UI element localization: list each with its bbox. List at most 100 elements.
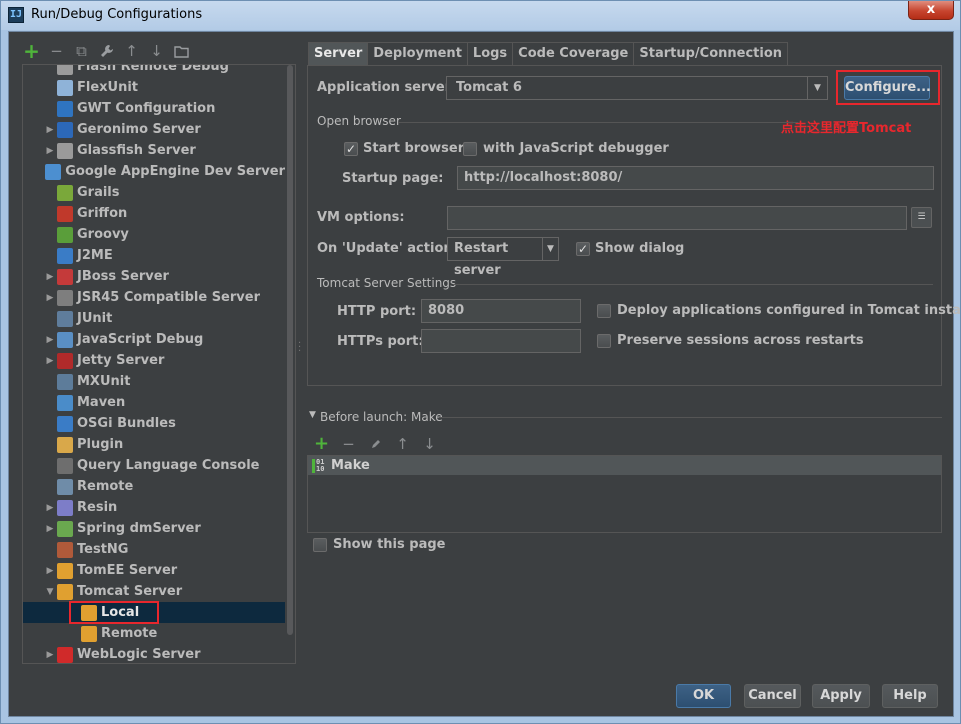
move-task-down-button[interactable]: ↓	[420, 434, 439, 453]
tab-logs[interactable]: Logs	[466, 42, 514, 65]
collapse-triangle-icon[interactable]: ▼	[309, 410, 316, 420]
tab-server[interactable]: Server	[308, 42, 369, 65]
tree-item-jetty-server[interactable]: ▶ Jetty Server	[23, 350, 285, 371]
move-task-up-button[interactable]: ↑	[393, 434, 412, 453]
on-update-select[interactable]: Restart server ▼	[447, 237, 559, 278]
plugin-icon	[57, 436, 73, 453]
tomcat-settings-separator	[453, 284, 933, 285]
tree-item-remote[interactable]: Remote	[23, 623, 285, 644]
create-folder-button[interactable]	[172, 42, 191, 61]
deploy-apps-checkbox[interactable]	[597, 304, 611, 318]
tree-item-glassfish-server[interactable]: ▶ Glassfish Server	[23, 140, 285, 161]
tree-item-jboss-server[interactable]: ▶ JBoss Server	[23, 266, 285, 287]
move-down-button[interactable]: ↓	[147, 42, 166, 61]
startup-page-input[interactable]: http://localhost:8080/	[457, 166, 934, 190]
tree-item-label: JBoss Server	[77, 269, 169, 284]
tree-item-testng[interactable]: TestNG	[23, 539, 285, 560]
expanded-arrow-icon[interactable]: ▼	[43, 587, 57, 597]
tree-item-mxunit[interactable]: MXUnit	[23, 371, 285, 392]
add-configuration-button[interactable]: +	[22, 39, 41, 63]
apply-button[interactable]: Apply	[812, 684, 870, 708]
http-port-input[interactable]: 8080	[421, 299, 581, 323]
tree-item-google-appengine-dev-server[interactable]: Google AppEngine Dev Server	[23, 161, 285, 182]
osgi-icon	[57, 415, 73, 432]
collapsed-arrow-icon[interactable]: ▶	[43, 272, 57, 282]
tree-item-gwt-configuration[interactable]: GWT Configuration	[23, 98, 285, 119]
tree-item-plugin[interactable]: Plugin	[23, 434, 285, 455]
list-item[interactable]: 01 10 Make	[308, 456, 941, 475]
tree-item-tomee-server[interactable]: ▶ TomEE Server	[23, 560, 285, 581]
show-dialog-checkbox[interactable]: ✓	[576, 242, 590, 256]
collapsed-arrow-icon[interactable]: ▶	[43, 356, 57, 366]
edit-task-button[interactable]	[366, 434, 385, 453]
js-debugger-checkbox[interactable]	[463, 142, 477, 156]
pencil-icon	[371, 439, 380, 448]
geronimo-icon	[57, 121, 73, 138]
tree-item-maven[interactable]: Maven	[23, 392, 285, 413]
remove-configuration-button[interactable]: −	[47, 42, 66, 61]
tree-item-junit[interactable]: JUnit	[23, 308, 285, 329]
ok-button[interactable]: OK	[676, 684, 731, 708]
tree-item-javascript-debug[interactable]: ▶ JavaScript Debug	[23, 329, 285, 350]
tree-item-geronimo-server[interactable]: ▶ Geronimo Server	[23, 119, 285, 140]
collapsed-arrow-icon[interactable]: ▶	[43, 125, 57, 135]
tree-item-flexunit[interactable]: FlexUnit	[23, 77, 285, 98]
tree-item-j2me[interactable]: J2ME	[23, 245, 285, 266]
add-task-button[interactable]: +	[312, 433, 331, 454]
tree-scrollbar[interactable]	[285, 65, 295, 663]
tree-item-query-language-console[interactable]: Query Language Console	[23, 455, 285, 476]
show-this-page-checkbox[interactable]	[313, 538, 327, 552]
start-browser-checkbox[interactable]: ✓	[344, 142, 358, 156]
tree-item-local[interactable]: Local	[23, 601, 285, 624]
before-launch-separator	[439, 417, 942, 418]
before-launch-list[interactable]: 01 10 Make	[307, 455, 942, 533]
edit-defaults-button[interactable]	[97, 42, 116, 61]
wrench-icon	[100, 45, 113, 57]
collapsed-arrow-icon[interactable]: ▶	[43, 293, 57, 303]
expand-editor-icon[interactable]: ☰	[911, 207, 932, 228]
window-title: Run/Debug Configurations	[31, 7, 203, 22]
tree-item-label: Maven	[77, 395, 126, 410]
collapsed-arrow-icon[interactable]: ▶	[43, 566, 57, 576]
collapsed-arrow-icon[interactable]: ▶	[43, 335, 57, 345]
tree-item-groovy[interactable]: Groovy	[23, 224, 285, 245]
chevron-down-icon[interactable]: ▼	[542, 238, 558, 260]
close-window-button[interactable]: x	[908, 1, 954, 20]
tree-item-remote[interactable]: Remote	[23, 476, 285, 497]
copy-configuration-button[interactable]: ⧉	[72, 42, 91, 61]
collapsed-arrow-icon[interactable]: ▶	[43, 146, 57, 156]
tree-item-weblogic-server[interactable]: ▶ WebLogic Server	[23, 644, 285, 663]
annotation-highlight-local	[69, 601, 159, 624]
preserve-sessions-checkbox[interactable]	[597, 334, 611, 348]
make-icon: 01 10	[312, 458, 326, 473]
https-port-input[interactable]	[421, 329, 581, 353]
tree-item-osgi-bundles[interactable]: OSGi Bundles	[23, 413, 285, 434]
vm-options-input[interactable]	[447, 206, 907, 230]
tree-item-griffon[interactable]: Griffon	[23, 203, 285, 224]
application-server-select[interactable]: Tomcat 6 ▼	[446, 76, 828, 100]
collapsed-arrow-icon[interactable]: ▶	[43, 503, 57, 513]
tree-item-tomcat-server[interactable]: ▼ Tomcat Server	[23, 581, 285, 602]
collapsed-arrow-icon[interactable]: ▶	[43, 524, 57, 534]
tree-item-flash-remote-debug[interactable]: Flash Remote Debug	[23, 65, 285, 77]
tree-item-label: JavaScript Debug	[77, 332, 204, 347]
collapsed-arrow-icon[interactable]: ▶	[43, 650, 57, 660]
tree-scrollbar-thumb[interactable]	[287, 65, 293, 635]
splitter-grip[interactable]: · · ·	[298, 339, 301, 357]
tab-code-coverage[interactable]: Code Coverage	[512, 42, 635, 65]
tab-deployment[interactable]: Deployment	[367, 42, 468, 65]
move-up-button[interactable]: ↑	[122, 42, 141, 61]
chevron-down-icon[interactable]: ▼	[807, 77, 827, 99]
help-button[interactable]: Help	[882, 684, 938, 708]
js-debugger-label: with JavaScript debugger	[483, 141, 669, 156]
tree-item-jsr45-compatible-server[interactable]: ▶ JSR45 Compatible Server	[23, 287, 285, 308]
tree-item-label: Jetty Server	[77, 353, 165, 368]
configuration-tree[interactable]: Flash Remote Debug FlexUnit GWT Configurat…	[22, 64, 296, 664]
tree-item-resin[interactable]: ▶ Resin	[23, 497, 285, 518]
remove-task-button[interactable]: −	[339, 434, 358, 453]
tab-startup-connection[interactable]: Startup/Connection	[633, 42, 789, 65]
tree-item-grails[interactable]: Grails	[23, 182, 285, 203]
js-debug-icon	[57, 331, 73, 348]
tree-item-spring-dmserver[interactable]: ▶ Spring dmServer	[23, 518, 285, 539]
cancel-button[interactable]: Cancel	[744, 684, 801, 708]
